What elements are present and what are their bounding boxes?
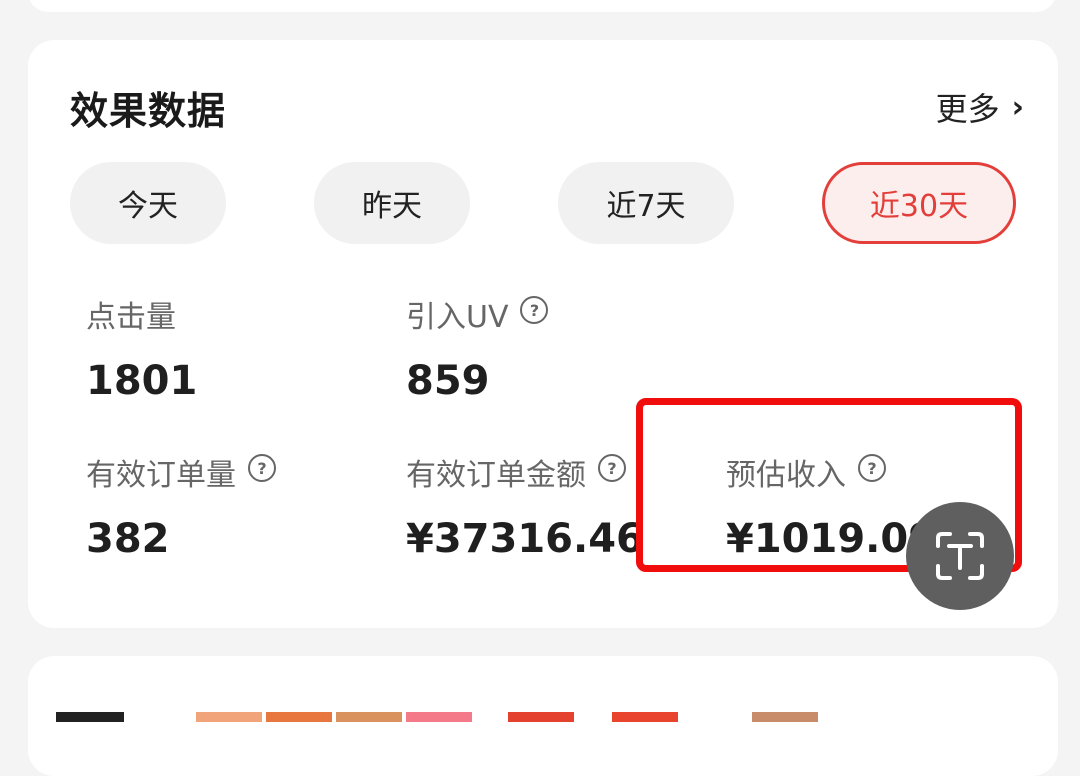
metric-orders: 有效订单量 ? 382 xyxy=(86,450,276,562)
thumbnail xyxy=(406,712,472,722)
metric-value: 382 xyxy=(86,516,170,562)
metric-order-amount: 有效订单金额 ? ¥37316.46 xyxy=(406,450,644,562)
previous-card xyxy=(28,0,1056,12)
metric-label-row: 有效订单金额 ? xyxy=(406,450,644,494)
tab-today[interactable]: 今天 xyxy=(70,162,226,244)
text-recognition-icon xyxy=(936,532,984,580)
metric-value: 859 xyxy=(406,358,490,404)
tab-last-7-days[interactable]: 近7天 xyxy=(558,162,734,244)
thumbnail-strip xyxy=(0,712,1080,722)
tab-yesterday[interactable]: 昨天 xyxy=(314,162,470,244)
metric-value: 1801 xyxy=(86,358,198,404)
metric-label-row: 有效订单量 ? xyxy=(86,450,276,494)
metric-label: 引入UV xyxy=(406,300,509,335)
text-recognition-button[interactable] xyxy=(906,502,1014,610)
metric-label: 有效订单金额 xyxy=(406,458,586,493)
question-circle-icon[interactable]: ? xyxy=(520,296,549,324)
more-link[interactable]: 更多 › xyxy=(936,84,1024,130)
card-title: 效果数据 xyxy=(70,89,227,133)
thumbnail xyxy=(508,712,574,722)
thumbnail xyxy=(752,712,818,722)
more-label: 更多 xyxy=(935,90,1000,128)
thumbnail xyxy=(266,712,332,722)
metric-label-row: 引入UV ? xyxy=(406,292,549,336)
tab-last-30-days[interactable]: 近30天 xyxy=(822,162,1016,244)
metric-value: ¥37316.46 xyxy=(406,516,644,562)
date-range-tabs: 今天 昨天 近7天 近30天 xyxy=(70,162,1016,244)
metric-label: 有效订单量 xyxy=(86,458,236,493)
thumbnail xyxy=(336,712,402,722)
question-circle-icon[interactable]: ? xyxy=(248,454,276,482)
thumbnail xyxy=(56,712,124,722)
metric-uv: 引入UV ? 859 xyxy=(406,292,549,404)
thumbnail xyxy=(612,712,678,722)
thumbnail xyxy=(196,712,262,722)
chevron-right-icon: › xyxy=(1011,89,1024,125)
question-circle-icon[interactable]: ? xyxy=(598,454,626,482)
metric-label: 点击量 xyxy=(86,300,176,335)
metric-clicks: 点击量 1801 xyxy=(86,292,197,404)
